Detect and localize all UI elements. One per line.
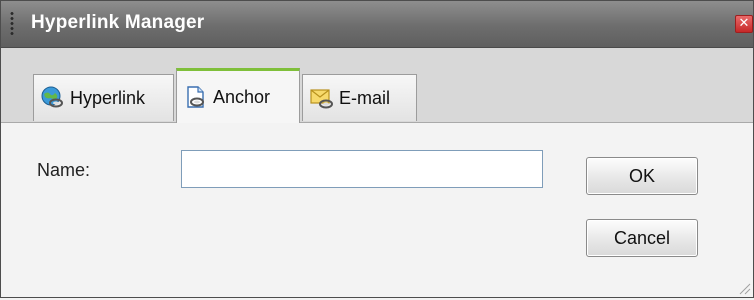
tab-anchor[interactable]: Anchor bbox=[176, 68, 300, 123]
anchor-page-icon bbox=[183, 84, 209, 110]
close-button[interactable]: ✕ bbox=[735, 15, 753, 33]
close-icon: ✕ bbox=[738, 16, 750, 31]
name-label: Name: bbox=[37, 160, 91, 180]
cancel-button[interactable]: Cancel bbox=[586, 219, 698, 257]
tab-anchor-label: Anchor bbox=[213, 86, 271, 107]
ok-button[interactable]: OK bbox=[586, 157, 698, 195]
tab-email[interactable]: E-mail bbox=[302, 74, 417, 121]
resize-grip-icon[interactable] bbox=[735, 279, 751, 295]
envelope-link-icon bbox=[309, 85, 335, 111]
title-bar[interactable]: Hyperlink Manager ✕ bbox=[1, 1, 753, 48]
name-input[interactable] bbox=[181, 150, 543, 188]
tab-hyperlink[interactable]: Hyperlink bbox=[33, 74, 174, 121]
hyperlink-manager-dialog: Hyperlink Manager ✕ Hyperlink Anchor E-m… bbox=[0, 0, 754, 298]
anchor-panel: Name: OK Cancel bbox=[1, 123, 753, 297]
tab-hyperlink-label: Hyperlink bbox=[70, 87, 146, 108]
tab-strip: Hyperlink Anchor E-mail bbox=[1, 48, 753, 123]
tab-email-label: E-mail bbox=[339, 87, 391, 108]
drag-grip-icon[interactable] bbox=[10, 11, 14, 37]
dialog-title: Hyperlink Manager bbox=[31, 12, 205, 33]
globe-link-icon bbox=[40, 85, 66, 111]
